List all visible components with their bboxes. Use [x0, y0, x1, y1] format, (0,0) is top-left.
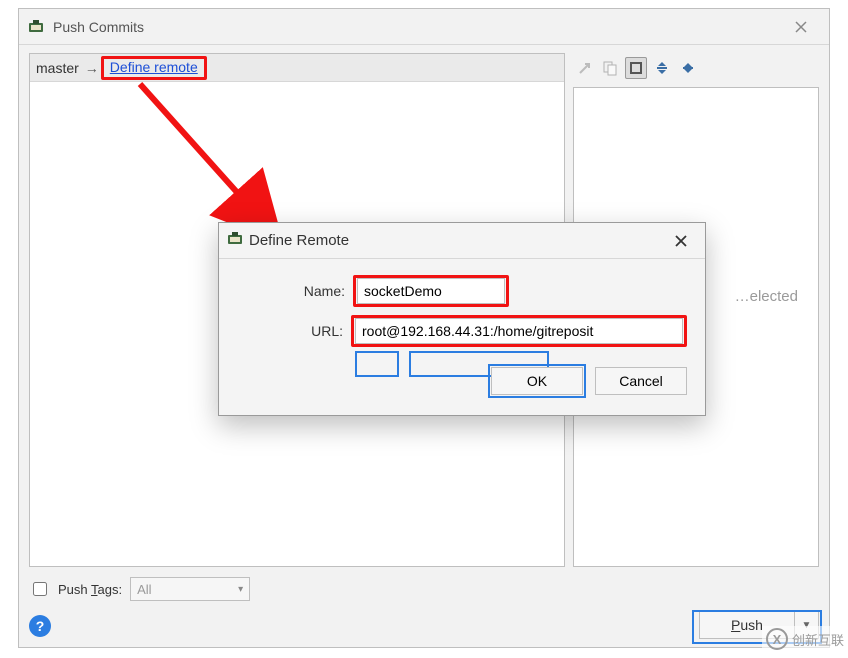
watermark-text: 创新互联	[792, 630, 844, 649]
watermark: X 创新互联	[762, 626, 848, 652]
ok-button[interactable]: OK	[491, 367, 583, 395]
cancel-button[interactable]: Cancel	[595, 367, 687, 395]
push-tags-combo-text: All	[137, 582, 151, 597]
name-label: Name:	[237, 283, 345, 299]
soft-wrap-icon[interactable]	[625, 57, 647, 79]
define-remote-titlebar: Define Remote	[219, 223, 705, 259]
arrow-right-icon: →	[85, 60, 99, 76]
duplicate-icon[interactable]	[599, 57, 621, 79]
side-placeholder-text: …elected	[735, 288, 798, 305]
annotation-blue-box-1	[355, 351, 399, 377]
close-icon[interactable]	[781, 13, 821, 41]
push-tags-label: Push Tags:	[58, 582, 122, 597]
url-row: URL:	[237, 315, 687, 347]
dialog-title: Define Remote	[249, 232, 665, 249]
close-icon[interactable]	[665, 229, 697, 253]
remote-url-input[interactable]	[355, 318, 683, 344]
chevron-down-icon: ▾	[238, 584, 243, 595]
define-remote-link[interactable]: Define remote	[110, 59, 198, 75]
branch-row: master → Define remote	[30, 54, 564, 82]
collapse-icon[interactable]	[677, 57, 699, 79]
help-button[interactable]: ?	[29, 615, 51, 637]
app-icon	[227, 231, 243, 250]
define-remote-dialog: Define Remote Name: URL: OK Cancel	[218, 222, 706, 416]
window-title: Push Commits	[53, 19, 781, 35]
annotation-name-box	[353, 275, 509, 307]
branch-name: master	[36, 60, 79, 76]
side-toolbar	[573, 53, 703, 83]
annotation-ok-focus: OK	[491, 367, 583, 395]
define-remote-form: Name: URL:	[219, 259, 705, 347]
name-row: Name:	[237, 275, 687, 307]
push-tags-row: Push Tags: All ▾	[29, 577, 819, 601]
annotation-url-box	[351, 315, 687, 347]
push-tags-combo[interactable]: All ▾	[130, 577, 250, 601]
push-commits-titlebar: Push Commits	[19, 9, 829, 45]
push-commits-footer: Push Tags: All ▾ ? Push ▼	[29, 577, 819, 637]
watermark-icon: X	[766, 628, 788, 650]
url-label: URL:	[237, 323, 343, 339]
expand-icon[interactable]	[651, 57, 673, 79]
annotation-define-remote: Define remote	[101, 56, 207, 80]
remote-name-input[interactable]	[357, 278, 505, 304]
new-commit-icon[interactable]	[573, 57, 595, 79]
push-tags-checkbox[interactable]	[33, 582, 47, 596]
app-icon	[27, 18, 45, 36]
